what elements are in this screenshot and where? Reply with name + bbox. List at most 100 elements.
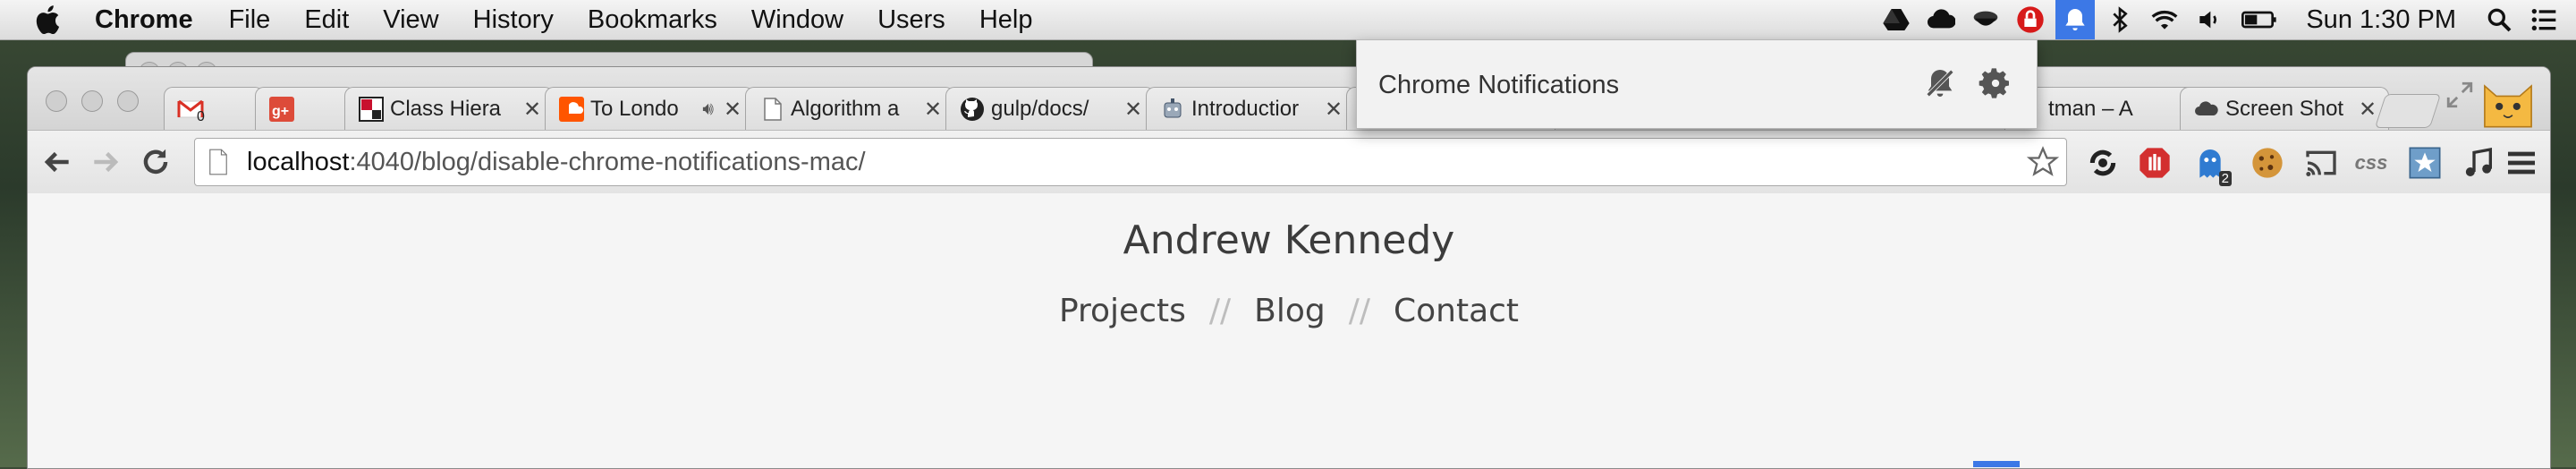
address-bar[interactable]: localhost:4040/blog/disable-chrome-notif… bbox=[194, 138, 2067, 186]
notifications-title: Chrome Notifications bbox=[1378, 71, 1620, 99]
tab-screen-shot[interactable]: Screen Shot ✕ bbox=[2180, 87, 2389, 131]
page-content: Andrew Kennedy Projects // Blog // Contact bbox=[28, 193, 2550, 468]
user-avatar-cat-icon[interactable] bbox=[2479, 74, 2538, 130]
apple-menu-icon[interactable] bbox=[32, 3, 66, 37]
robot-icon bbox=[1159, 96, 1186, 123]
spotlight-search-icon[interactable] bbox=[2479, 0, 2519, 39]
battery-icon[interactable] bbox=[2234, 0, 2284, 39]
new-tab-button[interactable] bbox=[2374, 94, 2442, 128]
sync-extension-icon[interactable] bbox=[2085, 145, 2121, 181]
gmail-unread-badge: 0 bbox=[197, 109, 205, 124]
cloud-icon[interactable] bbox=[1921, 0, 1961, 39]
tab-class-hierarchy[interactable]: Class Hiera ✕ bbox=[344, 87, 554, 131]
bell-muted-icon bbox=[1925, 68, 1955, 98]
google-plus-icon: g+ bbox=[268, 96, 295, 123]
coffee-cup-icon[interactable] bbox=[1966, 0, 2005, 39]
close-window-button[interactable] bbox=[46, 90, 67, 112]
menu-history[interactable]: History bbox=[473, 5, 554, 35]
minimize-window-button[interactable] bbox=[81, 90, 103, 112]
menu-bookmarks[interactable]: Bookmarks bbox=[588, 5, 717, 35]
reload-icon bbox=[143, 149, 168, 175]
tab-algorithm[interactable]: Algorithm a ✕ bbox=[745, 87, 954, 131]
ghostery-badge: 2 bbox=[2218, 171, 2232, 186]
nav-separator: // bbox=[1208, 293, 1232, 329]
fullscreen-icon[interactable] bbox=[2445, 80, 2475, 110]
music-note-icon[interactable] bbox=[2461, 145, 2496, 181]
tab-title: To Londo bbox=[590, 97, 679, 121]
menu-view[interactable]: View bbox=[383, 5, 438, 35]
window-controls bbox=[46, 90, 139, 112]
menu-icon[interactable] bbox=[2504, 145, 2539, 181]
bookmark-star-icon[interactable] bbox=[2027, 146, 2059, 178]
nav-link-projects[interactable]: Projects bbox=[1059, 293, 1186, 329]
lock-badge-icon[interactable] bbox=[2011, 0, 2050, 39]
tab-title: Algorithm a bbox=[791, 97, 900, 121]
tab-title: Class Hiera bbox=[390, 97, 502, 121]
mute-notifications-button[interactable] bbox=[1922, 65, 1958, 101]
close-tab-icon[interactable]: ✕ bbox=[1122, 97, 1145, 123]
svg-text:g+: g+ bbox=[272, 104, 289, 119]
bluetooth-icon[interactable] bbox=[2100, 0, 2140, 39]
url-path: :4040/blog/disable-chrome-notifications-… bbox=[349, 147, 866, 176]
notification-bell-icon[interactable] bbox=[2055, 0, 2096, 39]
bookmark-manager-icon[interactable] bbox=[2407, 145, 2443, 181]
google-drive-icon[interactable] bbox=[1877, 0, 1916, 39]
tab-gmail[interactable]: 0 bbox=[164, 87, 264, 131]
nav-link-blog[interactable]: Blog bbox=[1254, 293, 1326, 329]
nav-separator: // bbox=[1348, 293, 1370, 329]
close-tab-icon[interactable]: ✕ bbox=[1322, 97, 1345, 123]
reload-button[interactable] bbox=[139, 145, 173, 179]
back-button[interactable] bbox=[40, 145, 74, 179]
chrome-notifications-popup: Chrome Notifications bbox=[1356, 39, 2038, 129]
tab-strip: 0 g+ Class Hiera ✕ To Londo 🔊︎ ✕ Algorit… bbox=[28, 67, 2550, 131]
zoom-window-button[interactable] bbox=[117, 90, 139, 112]
cast-icon[interactable] bbox=[2303, 145, 2339, 181]
notification-settings-button[interactable] bbox=[1978, 65, 2013, 101]
app-menu-chrome[interactable]: Chrome bbox=[95, 5, 193, 35]
close-tab-icon[interactable]: ✕ bbox=[921, 97, 945, 123]
notification-center-icon[interactable] bbox=[2524, 0, 2563, 39]
page-info-icon[interactable] bbox=[208, 149, 229, 175]
volume-icon[interactable] bbox=[2190, 0, 2229, 39]
chrome-window: 0 g+ Class Hiera ✕ To Londo 🔊︎ ✕ Algorit… bbox=[27, 66, 2551, 469]
menubar-clock[interactable]: Sun 1:30 PM bbox=[2306, 5, 2456, 35]
tab-soundcloud[interactable]: To Londo 🔊︎ ✕ bbox=[545, 87, 754, 131]
close-tab-icon[interactable]: ✕ bbox=[721, 97, 744, 123]
back-arrow-icon bbox=[44, 151, 69, 173]
wifi-icon[interactable] bbox=[2145, 0, 2184, 39]
css-icon[interactable]: css bbox=[2353, 145, 2389, 181]
menu-users[interactable]: Users bbox=[877, 5, 945, 35]
github-icon bbox=[959, 96, 986, 123]
menu-edit[interactable]: Edit bbox=[304, 5, 349, 35]
forward-arrow-icon bbox=[94, 151, 119, 173]
menu-file[interactable]: File bbox=[229, 5, 271, 35]
tab-introduction[interactable]: Introductior ✕ bbox=[1146, 87, 1355, 131]
cloud-app-icon bbox=[2193, 96, 2220, 123]
menu-window[interactable]: Window bbox=[751, 5, 843, 35]
menu-help[interactable]: Help bbox=[979, 5, 1033, 35]
menu-bar: Chrome File Edit View History Bookmarks … bbox=[0, 0, 2576, 40]
class-hierarchy-icon bbox=[358, 96, 385, 123]
ghostery-icon[interactable]: 2 bbox=[2192, 145, 2232, 186]
tab-title: Introductior bbox=[1191, 97, 1300, 121]
site-nav: Projects // Blog // Contact bbox=[28, 293, 2550, 329]
adblock-hand-icon[interactable] bbox=[2137, 145, 2173, 181]
page-icon bbox=[758, 96, 785, 123]
toolbar: localhost:4040/blog/disable-chrome-notif… bbox=[28, 130, 2550, 194]
tab-title: Screen Shot bbox=[2225, 97, 2344, 121]
site-title[interactable]: Andrew Kennedy bbox=[28, 217, 2550, 263]
nav-link-contact[interactable]: Contact bbox=[1394, 293, 1519, 329]
active-indicator bbox=[1973, 461, 2020, 467]
tab-google-plus[interactable]: g+ bbox=[255, 87, 355, 131]
url-host: localhost bbox=[247, 147, 350, 176]
soundcloud-icon bbox=[558, 96, 585, 123]
forward-button[interactable] bbox=[89, 145, 123, 179]
tab-title: gulp/docs/ bbox=[991, 97, 1089, 121]
close-tab-icon[interactable]: ✕ bbox=[2356, 97, 2379, 123]
tab-title: tman – A bbox=[2048, 97, 2133, 121]
audio-playing-icon: 🔊︎ bbox=[702, 98, 714, 119]
cookie-icon[interactable] bbox=[2250, 145, 2285, 181]
tab-github-gulp[interactable]: gulp/docs/ ✕ bbox=[945, 87, 1155, 131]
gear-icon bbox=[1979, 68, 2009, 98]
close-tab-icon[interactable]: ✕ bbox=[521, 97, 544, 123]
